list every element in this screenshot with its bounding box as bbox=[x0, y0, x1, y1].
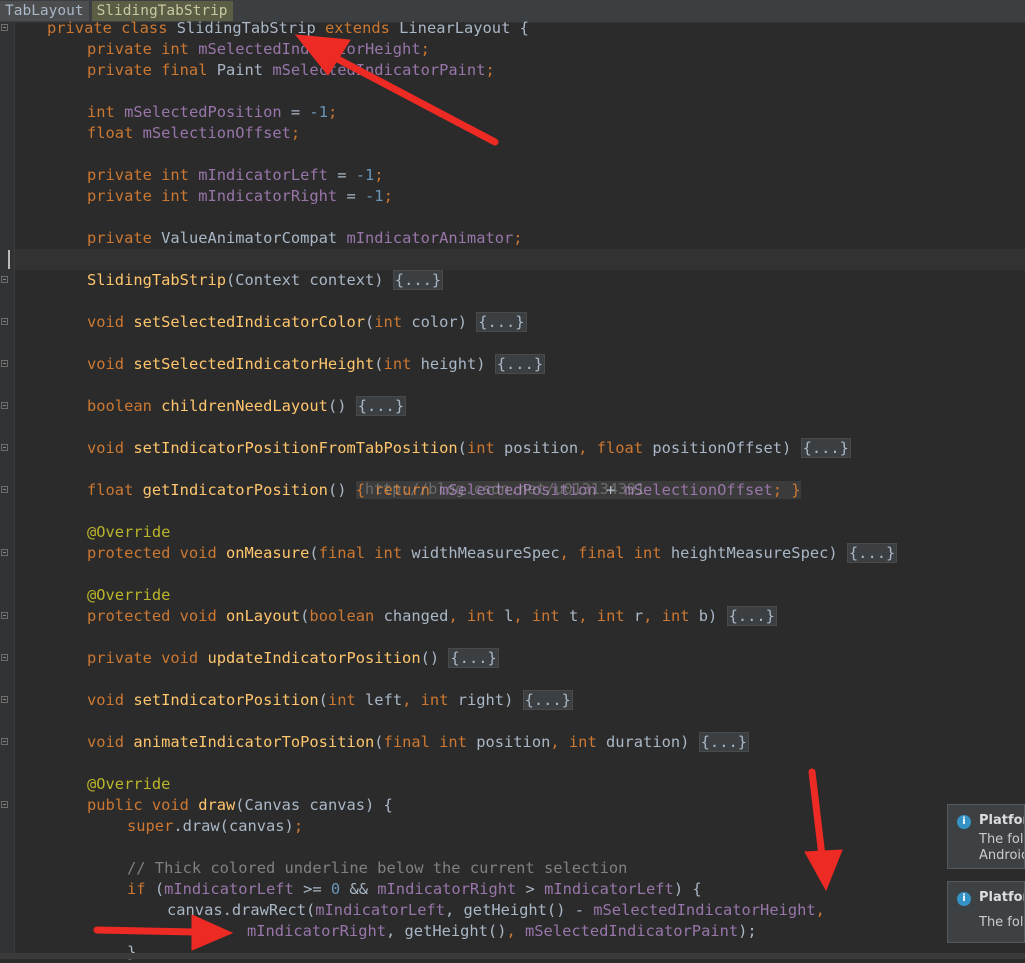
horizontal-scrollbar[interactable] bbox=[0, 953, 1025, 959]
code-line: mIndicatorRight, getHeight(), mSelectedI… bbox=[247, 922, 757, 940]
code-line: void setSelectedIndicatorColor(int color… bbox=[87, 312, 527, 332]
code-line: private int mSelectedIndicatorHeight; bbox=[87, 40, 430, 58]
code-comment: // Thick colored underline below the cur… bbox=[127, 859, 628, 877]
folded-code-block[interactable]: {...} bbox=[355, 396, 407, 416]
folded-code-block[interactable]: {...} bbox=[392, 270, 444, 290]
folded-code-block[interactable]: {...} bbox=[448, 648, 499, 668]
code-line: void setSelectedIndicatorHeight(int heig… bbox=[87, 354, 546, 374]
folded-code-block[interactable]: {...} bbox=[800, 438, 851, 458]
code-line: float mSelectionOffset; bbox=[87, 124, 301, 142]
notification-text: The foll bbox=[979, 832, 1025, 847]
code-line: private ValueAnimatorCompat mIndicatorAn… bbox=[87, 229, 523, 247]
code-line: public void draw(Canvas canvas) { bbox=[87, 796, 393, 814]
text-caret bbox=[8, 250, 10, 269]
code-line: boolean childrenNeedLayout() {...} bbox=[87, 396, 407, 416]
info-icon: i bbox=[957, 815, 971, 829]
fold-marker-icon[interactable] bbox=[1, 549, 8, 556]
fold-marker-icon[interactable] bbox=[1, 612, 8, 619]
code-line: private final Paint mSelectedIndicatorPa… bbox=[87, 61, 495, 79]
code-line: @Override bbox=[87, 523, 171, 541]
folded-code-block[interactable]: {...} bbox=[476, 312, 527, 332]
fold-marker-icon[interactable] bbox=[1, 654, 8, 661]
folded-code-block[interactable]: {...} bbox=[698, 732, 749, 752]
fold-marker-icon[interactable] bbox=[1, 486, 8, 493]
fold-marker-icon[interactable] bbox=[1, 318, 8, 325]
code-line: private int mIndicatorLeft = -1; bbox=[87, 166, 384, 184]
code-line: super.draw(canvas); bbox=[127, 817, 304, 835]
code-line: private int mIndicatorRight = -1; bbox=[87, 187, 393, 205]
code-line: void setIndicatorPositionFromTabPosition… bbox=[87, 438, 851, 458]
folded-code-block[interactable]: {...} bbox=[726, 606, 777, 626]
notification-balloon[interactable]: i Platforr The foll Androic bbox=[947, 804, 1025, 869]
code-line: private class SlidingTabStrip extends Li… bbox=[47, 19, 529, 37]
notification-title: Platforr bbox=[979, 890, 1024, 905]
code-line: if (mIndicatorLeft >= 0 && mIndicatorRig… bbox=[127, 880, 702, 898]
notification-title: Platforr bbox=[979, 813, 1024, 828]
watermark: http://blog.csdn.net/u013134391 bbox=[365, 480, 645, 498]
code-line: protected void onMeasure(final int width… bbox=[87, 543, 898, 563]
fold-marker-icon[interactable] bbox=[1, 801, 8, 808]
code-line: private void updateIndicatorPosition() {… bbox=[87, 648, 499, 668]
folded-code-block[interactable]: {...} bbox=[846, 543, 898, 563]
folded-code-block[interactable]: {...} bbox=[494, 354, 546, 374]
code-line: canvas.drawRect(mIndicatorLeft, getHeigh… bbox=[167, 901, 825, 919]
code-line: void animateIndicatorToPosition(final in… bbox=[87, 732, 749, 752]
fold-marker-icon[interactable] bbox=[1, 24, 8, 31]
code-line: @Override bbox=[87, 586, 171, 604]
fold-marker-icon[interactable] bbox=[1, 276, 8, 283]
code-line: SlidingTabStrip(Context context) {...} bbox=[87, 270, 444, 290]
editor-gutter bbox=[0, 22, 15, 959]
code-line: void setIndicatorPosition(int left, int … bbox=[87, 690, 573, 710]
info-icon: i bbox=[957, 892, 971, 906]
fold-marker-icon[interactable] bbox=[1, 402, 8, 409]
code-line: protected void onLayout(boolean changed,… bbox=[87, 606, 777, 626]
code-line: @Override bbox=[87, 775, 171, 793]
notification-text: Androic bbox=[979, 848, 1025, 863]
fold-marker-icon[interactable] bbox=[1, 360, 8, 367]
notification-balloon[interactable]: i Platforr The foll bbox=[947, 881, 1025, 943]
code-line: int mSelectedPosition = -1; bbox=[87, 103, 338, 121]
notification-text: The foll bbox=[979, 915, 1025, 930]
folded-code-block[interactable]: {...} bbox=[522, 690, 573, 710]
fold-marker-icon[interactable] bbox=[1, 444, 8, 451]
fold-marker-icon[interactable] bbox=[1, 738, 8, 745]
fold-marker-icon[interactable] bbox=[1, 696, 8, 703]
